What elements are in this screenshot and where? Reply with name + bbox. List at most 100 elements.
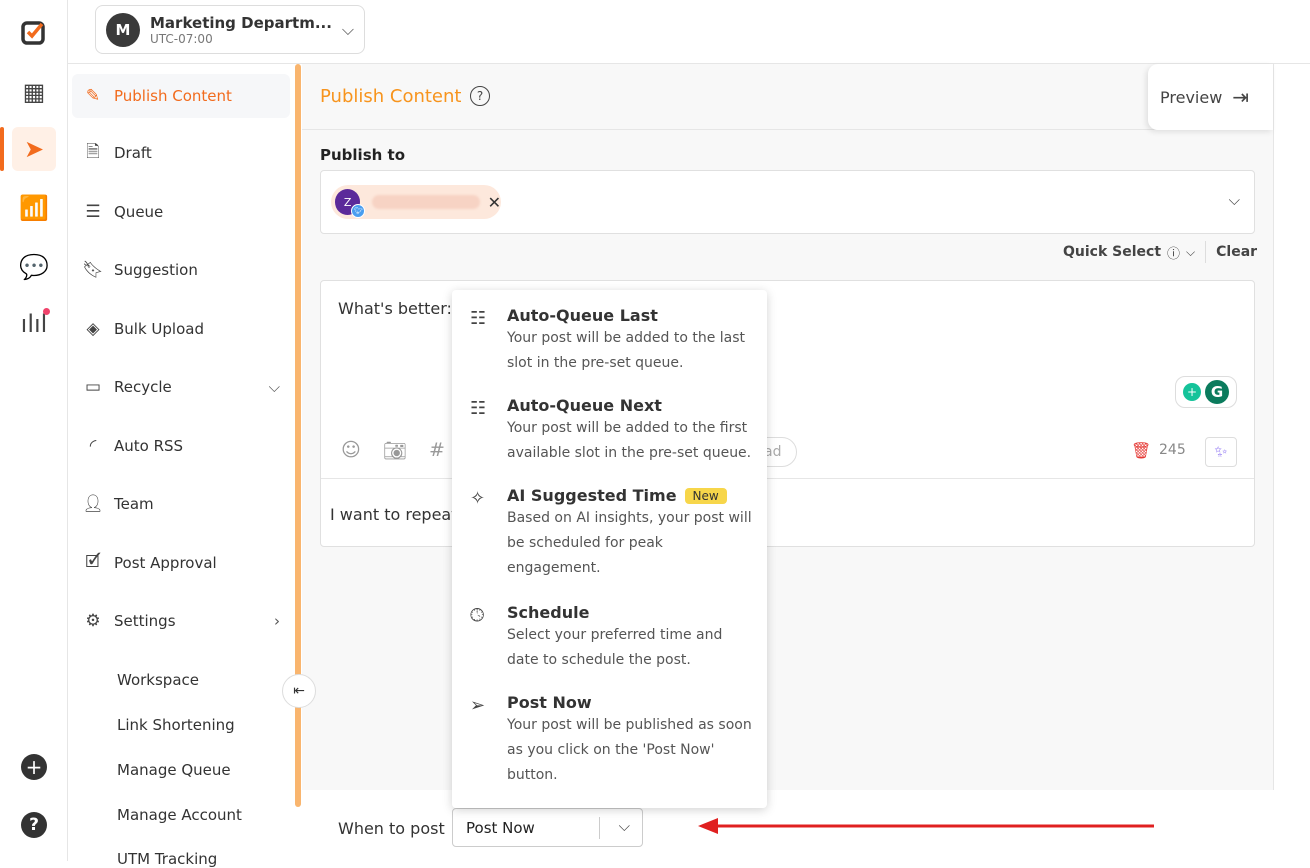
sidebar-subitem-workspace[interactable]: Workspace xyxy=(117,671,199,689)
page-title: Publish Content xyxy=(320,86,462,107)
sidebar-item-bulk-upload[interactable]: ◈ Bulk Upload xyxy=(72,307,290,351)
account-avatar: Z 🐦︎ xyxy=(335,189,366,218)
calendar-icon[interactable]: ▦ xyxy=(12,70,56,114)
logo-icon[interactable] xyxy=(12,10,56,54)
info-icon: ⓘ xyxy=(1167,246,1181,262)
trash-icon[interactable]: 🗑︎ xyxy=(1131,441,1151,460)
character-count: 245 xyxy=(1159,442,1186,458)
sidebar-item-team[interactable]: 👤︎ Team xyxy=(72,482,290,526)
workspace-name: Marketing Departm... xyxy=(150,13,332,32)
help-icon[interactable]: ? xyxy=(12,803,56,847)
clock-icon: 🕓︎ xyxy=(470,605,485,626)
grammarly-widget[interactable]: + G xyxy=(1175,376,1237,408)
sidebar-item-publish-content[interactable]: ✎ Publish Content xyxy=(72,74,290,118)
help-icon[interactable]: ? xyxy=(470,86,490,106)
approval-doc-icon: 🗹 xyxy=(85,551,101,572)
preview-label: Preview xyxy=(1160,87,1223,107)
clear-button[interactable]: Clear xyxy=(1216,244,1257,260)
sidebar-subitem-link-shortening[interactable]: Link Shortening xyxy=(117,716,235,734)
sidebar-item-recycle[interactable]: ▭ Recycle ⌵ xyxy=(72,365,290,409)
pencil-icon: ✎ xyxy=(85,86,101,106)
menu-item-ai-suggested-time[interactable]: ✧ AI Suggested Time New Based on AI insight… xyxy=(452,486,767,581)
chevron-down-icon: ⌵ xyxy=(341,19,354,39)
right-column xyxy=(1273,64,1310,790)
emoji-icon[interactable]: ☺ xyxy=(341,439,361,462)
sidebar-item-auto-rss[interactable]: ◜ Auto RSS xyxy=(72,424,290,468)
new-badge: New xyxy=(684,487,727,504)
chevron-down-icon[interactable]: ⌵ xyxy=(1186,245,1195,260)
selected-value: Post Now xyxy=(466,818,535,837)
list-icon: ☰ xyxy=(85,202,101,222)
sidebar-item-label: Recycle xyxy=(114,378,172,396)
menu-item-title: AI Suggested Time xyxy=(507,486,677,505)
document-icon: 🗎 xyxy=(86,141,100,162)
layers-icon: ◈ xyxy=(86,319,100,339)
quick-select-button[interactable]: Quick Select xyxy=(1063,244,1161,260)
sidebar-item-suggestion[interactable]: 🔖︎ Suggestion xyxy=(72,248,290,292)
workspace-avatar: M xyxy=(106,12,140,47)
inbox-chat-icon[interactable]: 💬 xyxy=(12,245,56,289)
bookmark-icon: 🔖︎ xyxy=(82,260,104,280)
grammarly-icon: G xyxy=(1205,380,1229,404)
when-to-post-dropdown-menu: ☷ Auto-Queue Last Your post will be added … xyxy=(452,290,767,808)
collapse-sidebar-button[interactable]: ⇤ xyxy=(282,674,316,708)
gear-icon: ⚙ xyxy=(85,611,101,631)
send-icon: ➢ xyxy=(470,695,486,716)
arrow-right-bar-icon: ⇥ xyxy=(1232,85,1250,109)
archive-icon: ▭ xyxy=(84,377,102,397)
publish-to-label: Publish to xyxy=(320,146,405,164)
sidebar-item-settings[interactable]: ⚙ Settings › xyxy=(72,599,290,643)
camera-icon[interactable]: 📷︎ xyxy=(383,439,407,462)
when-to-post-select[interactable]: Post Now ⌵ xyxy=(452,808,643,847)
sidebar-item-label: Post Approval xyxy=(114,554,217,572)
when-to-post-label: When to post xyxy=(338,819,445,838)
sidebar-subitem-utm-tracking[interactable]: UTM Tracking xyxy=(117,850,217,868)
rss-icon: ◜ xyxy=(89,436,97,456)
preview-button[interactable]: Preview ⇥ xyxy=(1148,64,1273,130)
sidebar-item-label: Team xyxy=(114,495,154,513)
sidebar-item-label: Bulk Upload xyxy=(114,320,204,338)
sidebar-subitem-manage-queue[interactable]: Manage Queue xyxy=(117,761,231,779)
sidebar-item-draft[interactable]: 🗎 Draft xyxy=(72,131,290,175)
account-selector[interactable]: Z 🐦︎ ✕ ⌵ xyxy=(320,170,1255,234)
sidebar-item-label: Publish Content xyxy=(114,87,232,105)
sidebar-item-label: Suggestion xyxy=(114,261,198,279)
post-text[interactable]: What's better: I xyxy=(338,299,462,318)
listening-icon[interactable]: ılıl xyxy=(12,302,56,346)
close-icon[interactable]: ✕ xyxy=(488,193,501,212)
quick-select-bar: Quick Select ⓘ ⌵ Clear xyxy=(1063,241,1257,263)
chevron-down-icon: ⌵ xyxy=(268,378,280,396)
twitter-icon: 🐦︎ xyxy=(351,204,366,218)
analytics-icon[interactable]: 📶 xyxy=(12,186,56,230)
chevron-right-icon: › xyxy=(274,612,280,630)
add-icon[interactable]: + xyxy=(12,745,56,789)
sidebar-item-label: Queue xyxy=(114,203,164,221)
icon-rail: ▦ ➤ 📶 💬 ılıl + ? xyxy=(0,0,68,861)
sidebar-item-post-approval[interactable]: 🗹 Post Approval xyxy=(72,541,290,585)
sidebar: ✎ Publish Content 🗎 Draft ☰ Queue 🔖︎ Suggest… xyxy=(68,64,302,868)
active-indicator xyxy=(0,127,4,171)
magic-wand-icon[interactable]: ✨︎ xyxy=(1205,437,1237,467)
workspace-timezone: UTC-07:00 xyxy=(150,31,213,46)
queue-next-icon: ☷ xyxy=(470,398,487,419)
menu-item-schedule[interactable]: 🕓︎ Schedule Select your preferred time and… xyxy=(452,603,767,673)
top-bar: M Marketing Departm... UTC-07:00 ⌵ xyxy=(68,0,1310,64)
sidebar-item-queue[interactable]: ☰ Queue xyxy=(72,190,290,234)
chevron-down-icon[interactable]: ⌵ xyxy=(1229,191,1240,209)
publish-send-icon[interactable]: ➤ xyxy=(12,127,56,171)
menu-item-auto-queue-next[interactable]: ☷ Auto-Queue Next Your post will be added … xyxy=(452,396,767,466)
repeat-post-label: I want to repeat xyxy=(330,505,458,524)
menu-item-auto-queue-last[interactable]: ☷ Auto-Queue Last Your post will be added … xyxy=(452,306,767,376)
main-header: Publish Content ? xyxy=(302,64,1273,130)
hashtag-icon[interactable]: # xyxy=(429,439,445,462)
account-chip: Z 🐦︎ ✕ xyxy=(331,185,501,219)
queue-last-icon: ☷ xyxy=(470,308,487,329)
sparkle-icon: ✧ xyxy=(470,488,486,509)
sidebar-item-label: Draft xyxy=(114,144,152,162)
user-icon: 👤︎ xyxy=(82,494,104,514)
workspace-selector[interactable]: M Marketing Departm... UTC-07:00 ⌵ xyxy=(95,5,365,54)
sidebar-item-label: Auto RSS xyxy=(114,437,184,455)
menu-item-post-now[interactable]: ➢ Post Now Your post will be published as … xyxy=(452,693,767,788)
sidebar-subitem-manage-account[interactable]: Manage Account xyxy=(117,806,242,824)
chevron-down-icon: ⌵ xyxy=(618,817,630,835)
